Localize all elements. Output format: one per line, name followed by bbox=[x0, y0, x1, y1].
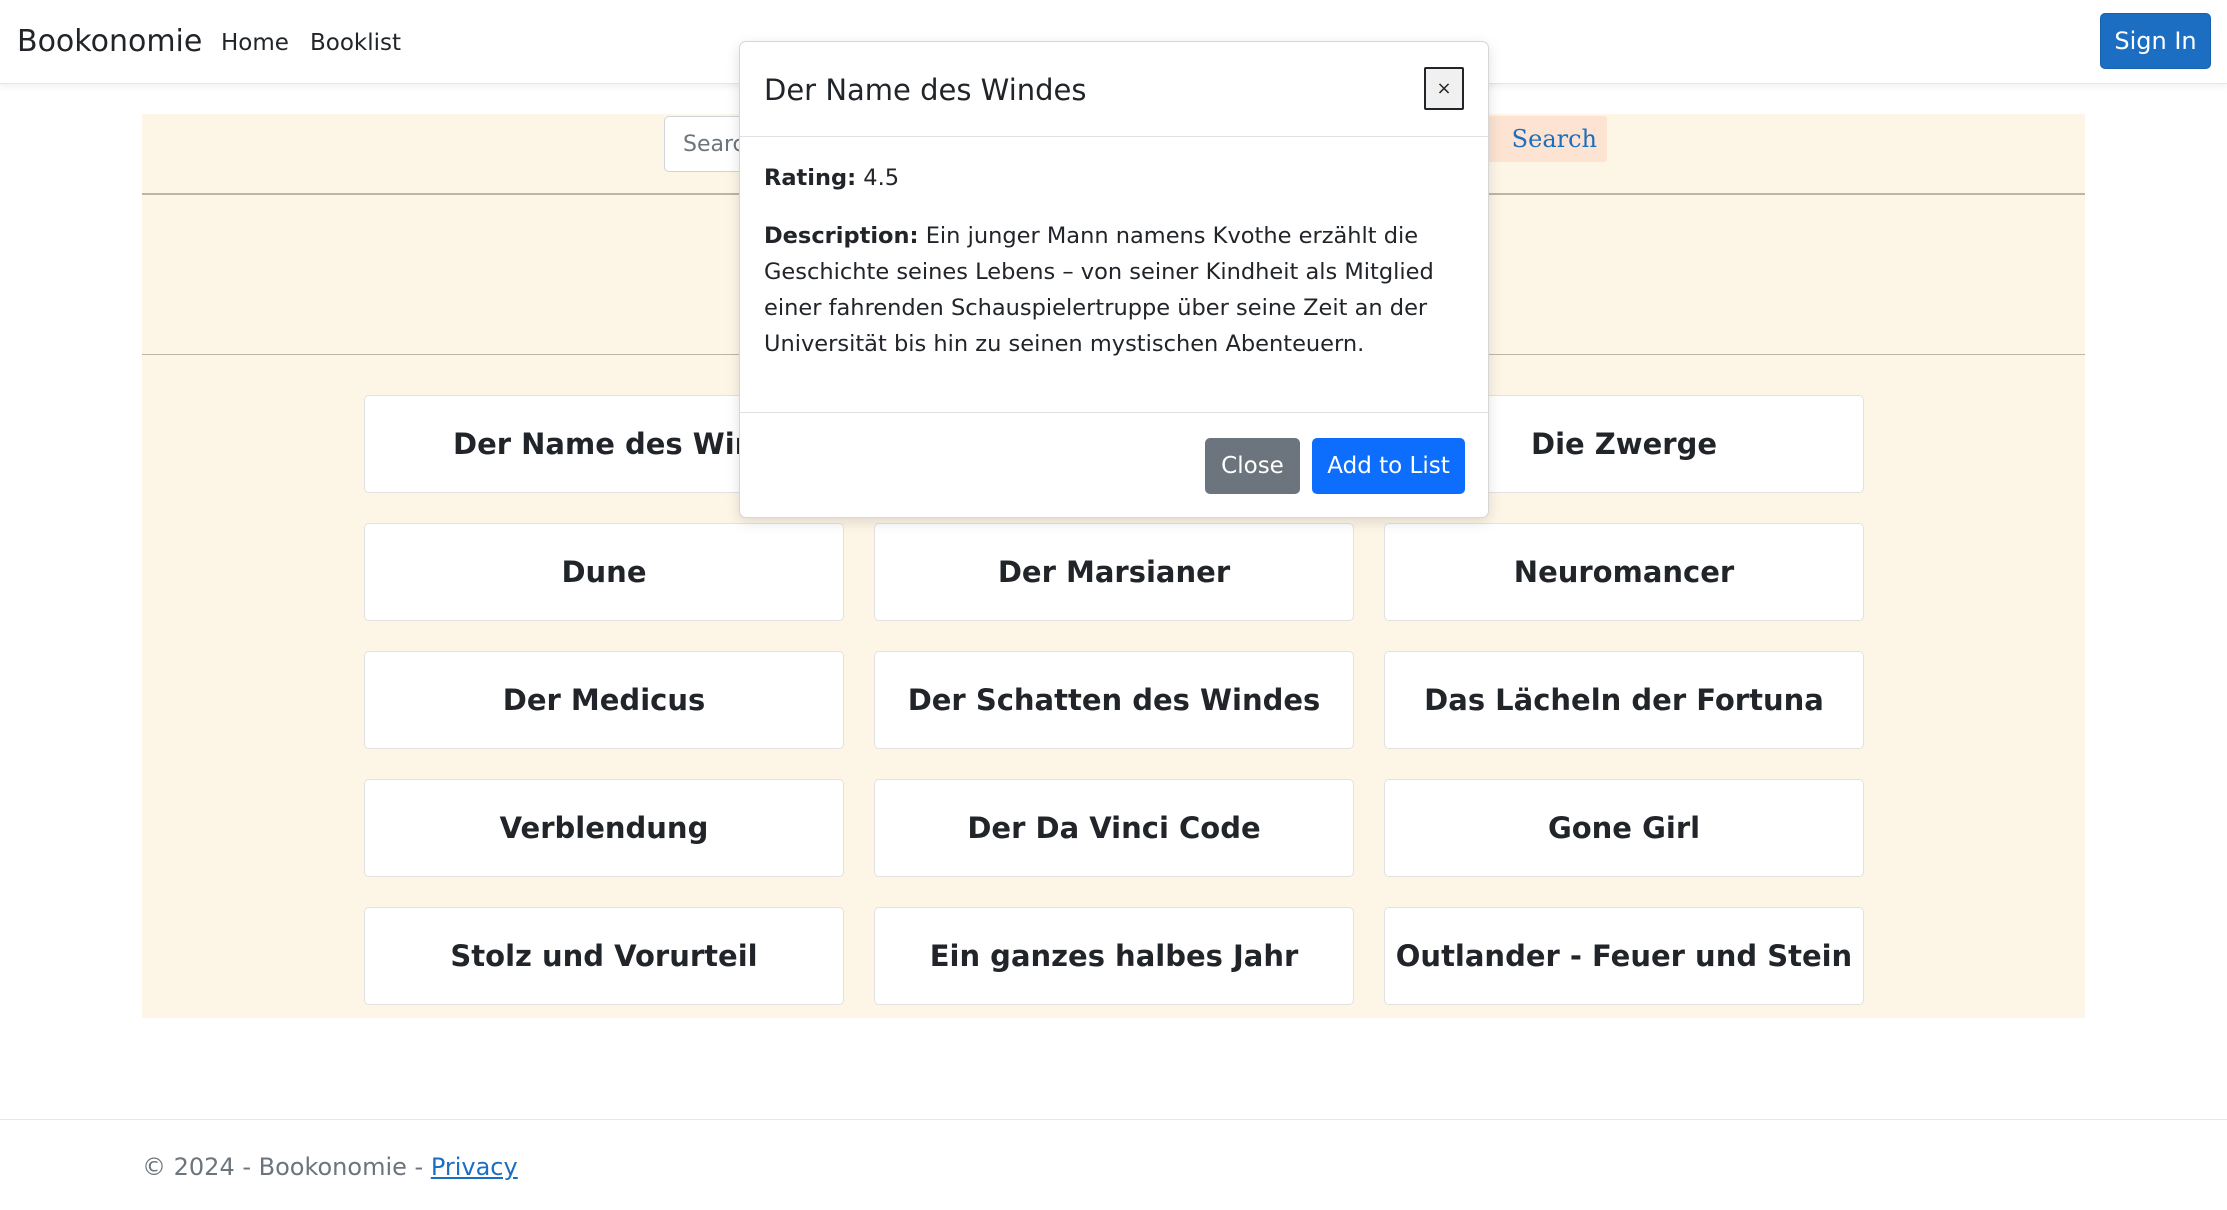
book-card[interactable]: Das Lächeln der Fortuna bbox=[1384, 651, 1864, 749]
page-footer: © 2024 - Bookonomie - Privacy bbox=[0, 1119, 2227, 1210]
privacy-link[interactable]: Privacy bbox=[431, 1153, 518, 1181]
book-detail-modal: Der Name des Windes × Rating: 4.5 Descri… bbox=[739, 41, 1489, 518]
description-label: Description: bbox=[764, 223, 919, 249]
rating-line: Rating: 4.5 bbox=[764, 160, 1464, 196]
nav-booklist-link[interactable]: Booklist bbox=[310, 28, 401, 58]
footer-text: © 2024 - Bookonomie - Privacy bbox=[142, 1152, 518, 1182]
add-to-list-button[interactable]: Add to List bbox=[1312, 438, 1465, 494]
book-card[interactable]: Der Schatten des Windes bbox=[874, 651, 1354, 749]
rating-value: 4.5 bbox=[863, 165, 900, 191]
sign-in-button[interactable]: Sign In bbox=[2100, 13, 2211, 69]
description-line: Description: Ein junger Mann namens Kvot… bbox=[764, 218, 1464, 362]
book-card[interactable]: Der Marsianer bbox=[874, 523, 1354, 621]
modal-footer: Close Add to List bbox=[740, 412, 1488, 518]
book-card[interactable]: Dune bbox=[364, 523, 844, 621]
copyright-text: © 2024 - Bookonomie - bbox=[142, 1153, 431, 1181]
close-button[interactable]: Close bbox=[1205, 438, 1300, 494]
book-card[interactable]: Stolz und Vorurteil bbox=[364, 907, 844, 1005]
modal-title: Der Name des Windes bbox=[764, 73, 1087, 107]
book-card[interactable]: Gone Girl bbox=[1384, 779, 1864, 877]
book-card[interactable]: Der Medicus bbox=[364, 651, 844, 749]
book-card[interactable]: Ein ganzes halbes Jahr bbox=[874, 907, 1354, 1005]
book-card[interactable]: Outlander - Feuer und Stein bbox=[1384, 907, 1864, 1005]
book-card[interactable]: Verblendung bbox=[364, 779, 844, 877]
modal-body: Rating: 4.5 Description: Ein junger Mann… bbox=[764, 160, 1464, 384]
brand-logo[interactable]: Bookonomie bbox=[17, 24, 202, 60]
modal-header: Der Name des Windes × bbox=[740, 42, 1488, 137]
rating-label: Rating: bbox=[764, 165, 857, 191]
nav-home-link[interactable]: Home bbox=[221, 28, 289, 58]
book-card[interactable]: Neuromancer bbox=[1384, 523, 1864, 621]
modal-close-icon-button[interactable]: × bbox=[1424, 67, 1464, 110]
book-card[interactable]: Der Da Vinci Code bbox=[874, 779, 1354, 877]
